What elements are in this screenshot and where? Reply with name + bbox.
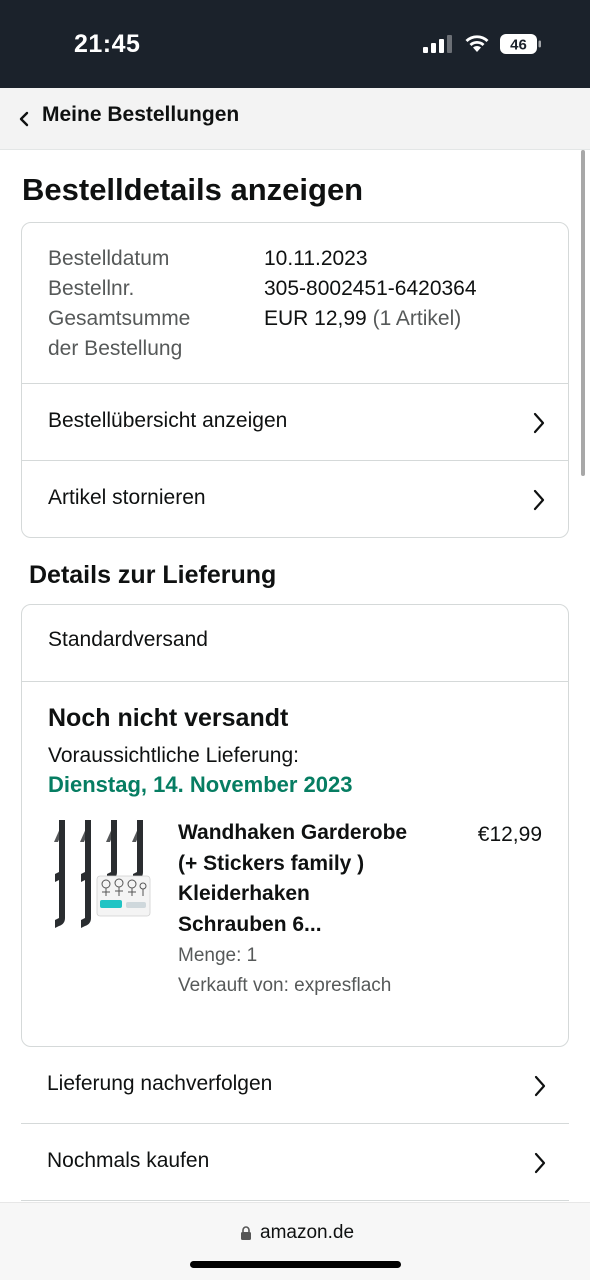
order-total-amount: EUR 12,99 <box>264 307 367 330</box>
buy-again-row[interactable]: Nochmals kaufen <box>21 1124 569 1201</box>
wifi-icon <box>465 35 489 52</box>
order-summary-card: Bestelldatum 10.11.2023 Bestellnr. 305-8… <box>21 222 569 538</box>
delivery-card: Standardversand Noch nicht versandt Vora… <box>21 604 569 1047</box>
order-info: Bestelldatum 10.11.2023 Bestellnr. 305-8… <box>22 223 568 384</box>
expected-delivery-label: Voraussichtliche Lieferung: <box>48 744 299 767</box>
back-link-label[interactable]: Meine Bestellungen <box>42 101 239 129</box>
order-total-label: Gesamtsumme <box>48 307 191 330</box>
battery-icon: 46 <box>500 34 541 54</box>
home-indicator[interactable] <box>190 1261 401 1268</box>
nav-bar: Meine Bestellungen <box>0 88 590 150</box>
order-total-items: (1 Artikel) <box>372 307 462 330</box>
product-image[interactable] <box>52 820 152 928</box>
lock-icon <box>241 1226 251 1240</box>
order-total-value: EUR 12,99 (1 Artikel) <box>264 304 461 334</box>
page-title: Bestelldetails anzeigen <box>22 172 364 207</box>
product-price: €12,99 <box>477 823 542 846</box>
order-date-label: Bestelldatum <box>48 247 170 270</box>
status-time: 21:45 <box>74 30 141 58</box>
cellular-signal-icon <box>423 35 452 53</box>
track-delivery-row[interactable]: Lieferung nachverfolgen <box>21 1047 569 1124</box>
domain-label[interactable]: amazon.de <box>260 1220 354 1246</box>
buy-again-label: Nochmals kaufen <box>47 1149 210 1172</box>
cancel-items-row[interactable]: Artikel stornieren <box>22 461 568 537</box>
view-order-summary-row[interactable]: Bestellübersicht anzeigen <box>22 384 568 461</box>
shipping-method: Standardversand <box>48 628 208 651</box>
chevron-left-icon <box>19 111 29 127</box>
track-delivery-label: Lieferung nachverfolgen <box>47 1072 273 1095</box>
expected-delivery-date: Dienstag, 14. November 2023 <box>48 772 353 797</box>
product-seller: Verkauft von: expresflach <box>178 975 392 996</box>
browser-address-bar[interactable]: amazon.de <box>0 1202 590 1280</box>
chevron-right-icon <box>533 489 545 511</box>
battery-level: 46 <box>510 37 527 54</box>
order-number-label: Bestellnr. <box>48 277 135 300</box>
product-quantity: Menge: 1 <box>178 945 258 966</box>
order-total-label-line2: der Bestellung <box>48 337 183 360</box>
chevron-right-icon <box>533 412 545 434</box>
delivery-section-title: Details zur Lieferung <box>29 561 277 589</box>
back-button[interactable] <box>18 106 34 132</box>
product-title-link[interactable]: Wandhaken Garderobe (+ Stickers family )… <box>178 818 418 940</box>
scrollbar[interactable] <box>581 150 585 476</box>
view-order-summary-label: Bestellübersicht anzeigen <box>48 409 288 432</box>
status-bar: 21:45 46 <box>0 0 590 88</box>
shipment-status: Noch nicht versandt <box>48 704 289 732</box>
cancel-items-label: Artikel stornieren <box>48 486 206 509</box>
order-date-value: 10.11.2023 <box>264 247 368 270</box>
divider <box>22 681 568 682</box>
chevron-right-icon <box>534 1152 546 1174</box>
order-number-value: 305-8002451-6420364 <box>264 277 477 300</box>
chevron-right-icon <box>534 1075 546 1097</box>
